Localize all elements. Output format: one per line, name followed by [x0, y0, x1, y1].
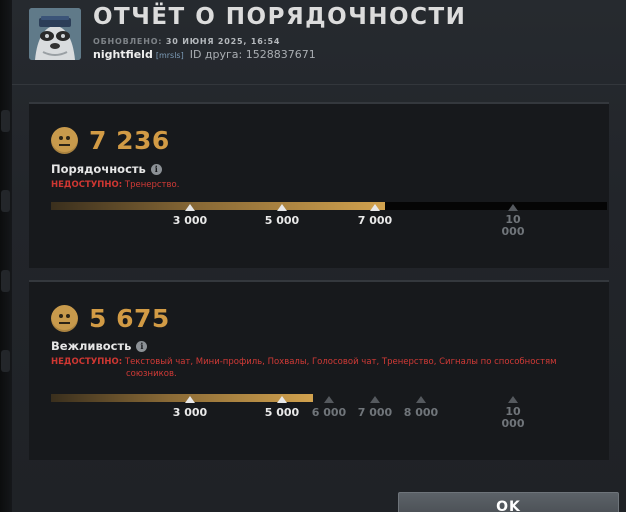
milestone-triangle-icon	[416, 396, 426, 403]
conduct-label-text: Порядочность	[51, 162, 146, 176]
milestone-triangle-icon	[185, 204, 195, 211]
milestone-triangle-icon	[508, 204, 518, 211]
milestone-value: 8 000	[403, 406, 439, 419]
milestone-triangle-icon	[370, 204, 380, 211]
milestone-triangle-icon	[324, 396, 334, 403]
conduct-progress-bar	[51, 202, 607, 210]
header-divider	[12, 84, 626, 85]
milestone-value: 3 000	[172, 214, 208, 227]
behavior-panel: 5 675 Вежливость i НЕДОСТУПНО: Текстовый…	[29, 280, 609, 460]
conduct-label: Порядочность i	[51, 162, 162, 176]
info-icon[interactable]: i	[136, 340, 148, 352]
milestone-triangle-icon	[508, 396, 518, 403]
updated-label: ОБНОВЛЕНО:	[93, 37, 163, 46]
behavior-score-row: 5 675	[51, 304, 170, 333]
avatar[interactable]	[29, 8, 81, 60]
unavailable-text: Текстовый чат, Мини-профиль, Похвалы, Го…	[124, 357, 557, 367]
behavior-progress-bar	[51, 394, 313, 402]
unavailable-lead: НЕДОСТУПНО:	[51, 180, 123, 190]
conduct-unavailable: НЕДОСТУПНО: Тренерство.	[51, 179, 591, 191]
milestone-triangle-icon	[277, 396, 287, 403]
background-sidebar	[0, 0, 12, 512]
user-info: nightfield [mrsls] ID друга: 1528837671	[93, 48, 316, 61]
behavior-progress-fill	[51, 394, 313, 402]
conduct-score: 7 236	[89, 126, 170, 155]
ok-button[interactable]: OK	[398, 492, 619, 512]
milestone-value: 10 000	[501, 213, 525, 238]
behavior-score: 5 675	[89, 304, 170, 333]
milestone-triangle-icon	[185, 396, 195, 403]
sidebar-item	[1, 110, 10, 132]
page-title: ОТЧЁТ О ПОРЯДОЧНОСТИ	[93, 4, 467, 30]
conduct-report-dialog: ОТЧЁТ О ПОРЯДОЧНОСТИ ОБНОВЛЕНО: 30 ИЮНЯ …	[12, 0, 626, 512]
conduct-progress-fill	[51, 202, 385, 210]
neutral-face-icon	[51, 305, 78, 332]
unavailable-text-cont: союзников.	[126, 369, 177, 379]
behavior-label: Вежливость i	[51, 339, 148, 353]
updated-timestamp: ОБНОВЛЕНО: 30 ИЮНЯ 2025, 16:54	[93, 37, 280, 46]
milestone-value: 7 000	[357, 214, 393, 227]
friend-id: ID друга: 1528837671	[189, 48, 316, 61]
milestone-value: 3 000	[172, 406, 208, 419]
milestone-value: 10 000	[501, 405, 525, 430]
conduct-score-row: 7 236	[51, 126, 170, 155]
behavior-label-text: Вежливость	[51, 339, 132, 353]
updated-date: 30 ИЮНЯ 2025, 16:54	[165, 37, 281, 46]
conduct-panel: 7 236 Порядочность i НЕДОСТУПНО: Тренерс…	[29, 102, 609, 268]
milestone-value: 5 000	[264, 214, 300, 227]
sidebar-item	[1, 190, 10, 212]
info-icon[interactable]: i	[150, 163, 162, 175]
sidebar-item	[1, 270, 10, 292]
unavailable-text: Тренерство.	[124, 180, 180, 190]
user-tag: [mrsls]	[155, 51, 184, 60]
milestone-triangle-icon	[370, 396, 380, 403]
milestone-triangle-icon	[277, 204, 287, 211]
username[interactable]: nightfield	[93, 48, 153, 61]
behavior-unavailable: НЕДОСТУПНО: Текстовый чат, Мини-профиль,…	[51, 356, 596, 380]
unavailable-lead: НЕДОСТУПНО:	[51, 357, 123, 367]
neutral-face-icon	[51, 127, 78, 154]
sidebar-item	[1, 350, 10, 372]
